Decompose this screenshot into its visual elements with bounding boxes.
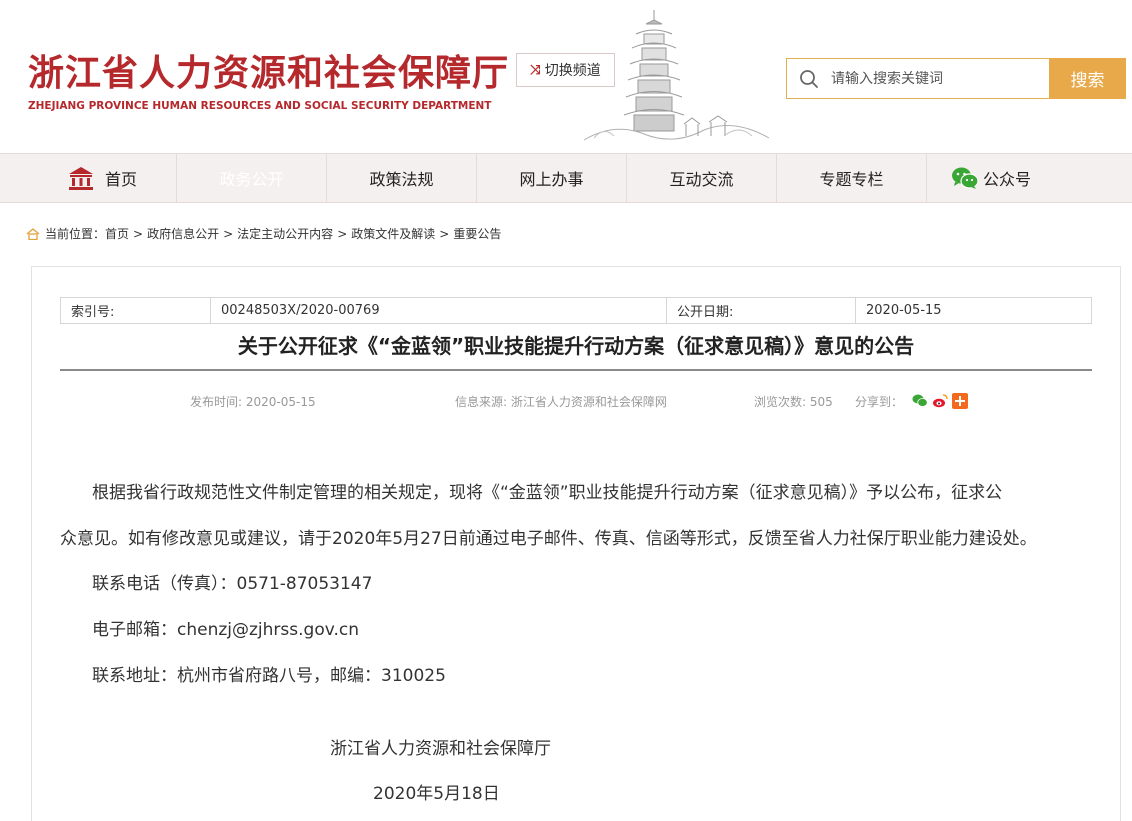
breadcrumb-separator: > — [223, 226, 234, 241]
body-paragraph-line-1: 根据我省行政规范性文件制定管理的相关规定，现将《“金蓝领”职业技能提升行动方案（… — [92, 483, 1003, 503]
article-title: 关于公开征求《“金蓝领”职业技能提升行动方案（征求意见稿）》意见的公告 — [237, 334, 915, 358]
nav-item-special-topics[interactable]: 专题专栏 — [777, 154, 927, 202]
info-source: 信息来源: 浙江省人力资源和社会保障网 — [455, 395, 667, 409]
wechat-share-icon[interactable] — [912, 393, 928, 409]
site-title-cn[interactable]: 浙江省人力资源和社会保障厅 — [28, 44, 509, 96]
nav-label-policies: 政策法规 — [369, 170, 434, 189]
breadcrumb-item-announcements[interactable]: 重要公告 — [453, 225, 501, 242]
home-icon — [26, 227, 40, 240]
signature-organization: 浙江省人力资源和社会保障厅 — [330, 739, 551, 759]
main-nav: 首页 政务公开 政策法规 网上办事 互动交流 专题专栏 公众号 — [0, 153, 1132, 203]
more-share-icon[interactable] — [952, 393, 968, 409]
nav-item-government-affairs[interactable]: 政务公开 — [177, 154, 327, 202]
title-divider — [60, 369, 1092, 371]
search-button[interactable]: 搜索 — [1049, 58, 1126, 99]
breadcrumb-item-home[interactable]: 首页 — [105, 225, 129, 242]
breadcrumb-separator: > — [439, 226, 450, 241]
breadcrumb-separator: > — [133, 226, 144, 241]
building-icon — [67, 166, 95, 190]
nav-label-home: 首页 — [104, 170, 137, 189]
nav-item-online-services[interactable]: 网上办事 — [477, 154, 627, 202]
publish-date-label: 公开日期: — [667, 298, 856, 323]
contact-email: 电子邮箱：chenzj@zjhrss.gov.cn — [92, 620, 359, 640]
wechat-icon — [951, 166, 979, 190]
search-box — [786, 58, 1050, 99]
share-label: 分享到： — [855, 395, 904, 409]
breadcrumb-item-gov-info[interactable]: 政府信息公开 — [147, 225, 219, 242]
view-count: 浏览次数: 505 — [754, 395, 833, 409]
contact-phone: 联系电话（传真）：0571-87053147 — [92, 574, 373, 594]
index-value: 00248503X/2020-00769 — [211, 298, 667, 323]
publish-date-value: 2020-05-15 — [866, 303, 942, 318]
breadcrumb: 当前位置： 首页 > 政府信息公开 > 法定主动公开内容 > 政策文件及解读 >… — [26, 225, 501, 242]
shuffle-icon: ⤨ — [530, 62, 541, 78]
contact-address: 联系地址：杭州市省府路八号，邮编：310025 — [92, 666, 446, 686]
breadcrumb-item-policy-docs[interactable]: 政策文件及解读 — [351, 225, 435, 242]
breadcrumb-item-statutory[interactable]: 法定主动公开内容 — [237, 225, 333, 242]
nav-label-interaction: 互动交流 — [669, 170, 734, 189]
meta-table: 索引号: 00248503X/2020-00769 公开日期: 2020-05-… — [60, 297, 1092, 324]
nav-item-policies[interactable]: 政策法规 — [327, 154, 477, 202]
publish-time: 发布时间: 2020-05-15 — [190, 395, 316, 409]
nav-label-government-affairs: 政务公开 — [219, 170, 284, 189]
body-paragraph-line-2: 众意见。如有修改意见或建议，请于2020年5月27日前通过电子邮件、传真、信函等… — [60, 529, 1037, 549]
nav-label-special-topics: 专题专栏 — [819, 170, 884, 189]
breadcrumb-separator: > — [337, 226, 348, 241]
search-icon[interactable] — [787, 59, 831, 98]
nav-label-online-services: 网上办事 — [519, 170, 584, 189]
nav-item-wechat-account[interactable]: 公众号 — [927, 154, 1055, 202]
weibo-share-icon[interactable] — [932, 393, 948, 409]
share-icons — [912, 393, 968, 409]
pagoda-illustration — [583, 10, 770, 141]
nav-label-wechat-account: 公众号 — [982, 170, 1031, 189]
breadcrumb-prefix: 当前位置： — [45, 227, 106, 241]
signature-date: 2020年5月18日 — [373, 784, 500, 804]
nav-item-interaction[interactable]: 互动交流 — [627, 154, 777, 202]
site-title-en: ZHEJIANG PROVINCE HUMAN RESOURCES AND SO… — [28, 100, 492, 112]
search-input[interactable] — [831, 70, 1041, 87]
site-header: 浙江省人力资源和社会保障厅 ZHEJIANG PROVINCE HUMAN RE… — [0, 0, 1132, 153]
nav-item-home[interactable]: 首页 — [28, 154, 177, 202]
index-label: 索引号: — [61, 298, 211, 323]
